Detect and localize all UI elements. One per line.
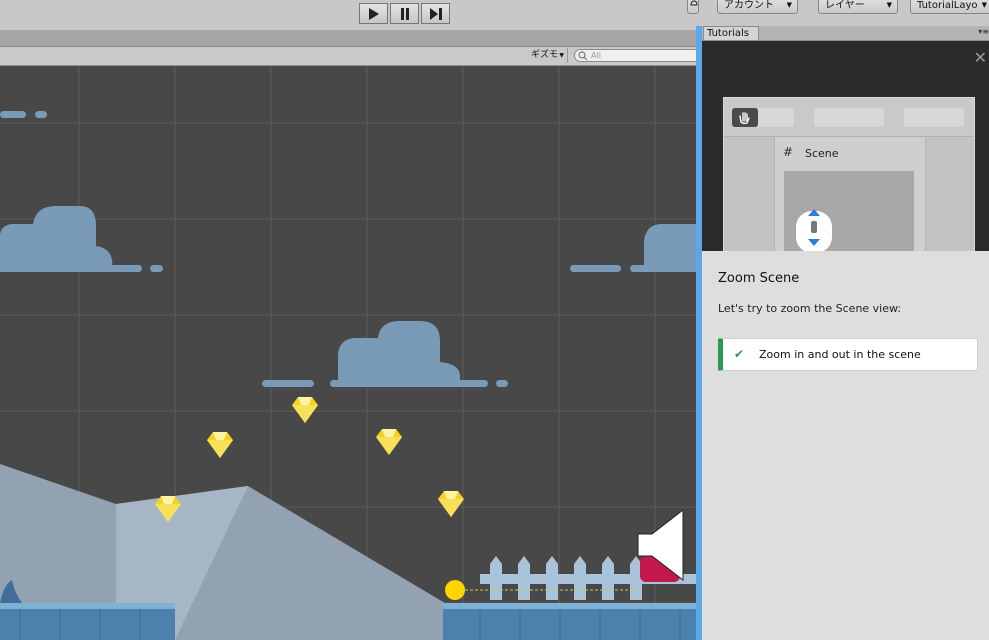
hero-scene-panel: # Scene — [774, 137, 926, 251]
check-icon: ✔ — [734, 347, 745, 361]
tutorial-hero-image: ✕ # Scene — [702, 41, 989, 251]
close-icon[interactable]: ✕ — [974, 48, 987, 67]
hand-tool-button — [732, 108, 758, 127]
account-dropdown[interactable]: アカウント ▼ — [717, 0, 798, 14]
scene-search-input[interactable]: All — [574, 49, 697, 62]
coin — [445, 580, 465, 600]
chevron-down-icon: ▼ — [559, 52, 564, 59]
play-button[interactable] — [359, 3, 388, 24]
search-icon — [578, 51, 588, 60]
tutorial-step-title: Zoom Scene — [718, 271, 800, 286]
task-label: Zoom in and out in the scene — [759, 348, 921, 361]
layout-dropdown[interactable]: TutorialLayo ▼ — [910, 0, 989, 14]
layers-dropdown[interactable]: レイヤー ▼ — [818, 0, 898, 14]
tutorials-panel: Tutorials ▾≡ ✕ # Scene Zoom Scene Let's … — [702, 26, 989, 640]
chevron-down-icon: ▼ — [981, 1, 987, 9]
panel-menu-icon[interactable]: ▾≡ — [978, 27, 989, 36]
playback-controls — [359, 3, 452, 24]
chevron-down-icon: ▼ — [786, 1, 792, 9]
hero-scene-canvas — [784, 171, 914, 251]
grid-icon: # — [783, 145, 794, 159]
tab-tutorials[interactable]: Tutorials — [703, 26, 759, 40]
layers-label: レイヤー — [825, 0, 865, 11]
cloud-icon — [690, 0, 698, 6]
scene-view[interactable] — [0, 66, 697, 640]
step-button[interactable] — [421, 3, 450, 24]
clouds — [0, 111, 697, 387]
hand-icon — [739, 112, 750, 125]
gem — [376, 429, 402, 455]
gizmos-label: ギズモ — [531, 50, 559, 60]
hero-toolbar — [724, 98, 974, 137]
gem — [438, 491, 464, 517]
scene-toolbar: ギズモ ▼ All — [0, 47, 697, 66]
account-label: アカウント — [724, 0, 774, 11]
scene-canvas[interactable] — [0, 66, 697, 640]
gem — [207, 432, 233, 458]
hero-illustration: # Scene — [723, 97, 975, 251]
pause-icon — [400, 7, 409, 20]
mouse-scroll-icon — [796, 209, 832, 251]
tutorials-tabbar: Tutorials ▾≡ — [702, 26, 989, 41]
step-icon — [429, 7, 442, 20]
play-icon — [368, 7, 379, 20]
tab-label: Tutorials — [707, 28, 749, 39]
pause-button[interactable] — [390, 3, 419, 24]
gizmos-dropdown[interactable]: ギズモ ▼ — [528, 48, 568, 63]
tutorial-step-description: Let's try to zoom the Scene view: — [718, 302, 902, 315]
task-item: ✔ Zoom in and out in the scene — [718, 338, 978, 371]
gem — [292, 397, 318, 423]
cloud-button[interactable] — [687, 0, 699, 14]
chevron-down-icon: ▼ — [886, 1, 892, 9]
scene-tab-header — [0, 30, 697, 47]
search-placeholder: All — [591, 51, 601, 60]
layout-label: TutorialLayo — [917, 0, 978, 11]
hero-scene-label: Scene — [805, 147, 839, 160]
